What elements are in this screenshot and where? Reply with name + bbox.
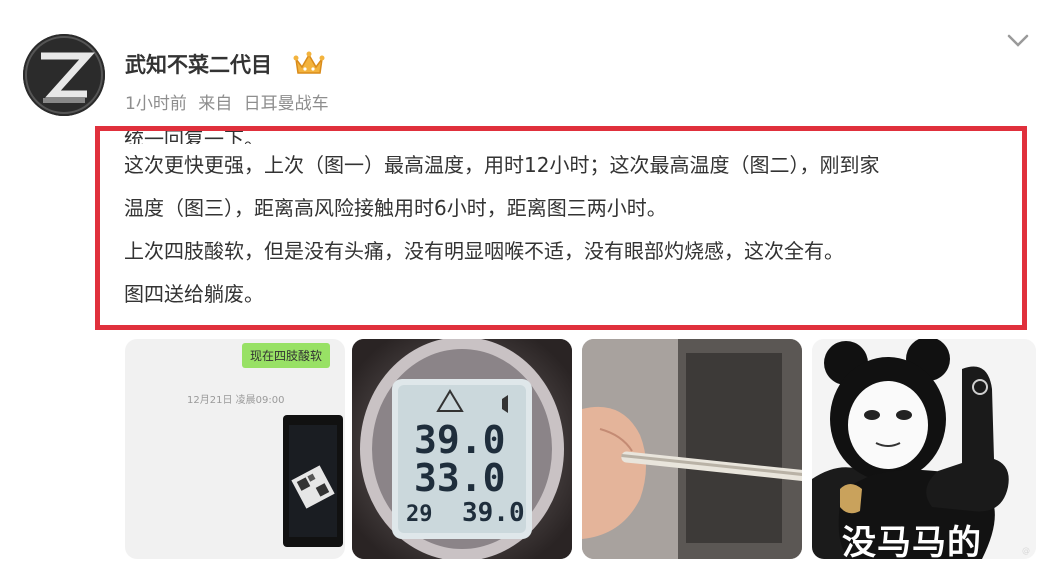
post-image-3[interactable] (582, 339, 802, 559)
meme-watermark: @ (1022, 546, 1030, 555)
source-prefix: 来自 (198, 94, 233, 114)
post-text: 统一回复一下。 这次更快更强，上次（图一）最高温度，用时12小时；这次最高温度（… (124, 118, 1029, 316)
thermo-reading-second: 33.0 (414, 456, 506, 500)
thermo-reading-bottom-right: 39.0 (462, 498, 525, 528)
post-line: 上次四肢酸软，但是没有头痛，没有明显咽喉不适，没有眼部灼烧感，这次全有。 (124, 239, 844, 263)
avatar[interactable] (23, 34, 105, 116)
post-meta: 1小时前 来自 日耳曼战车 (125, 89, 335, 114)
post-line: 温度（图三），距离高风险接触用时6小时，距离图三两小时。 (124, 196, 667, 220)
crown-icon (293, 51, 325, 74)
thermo-reading-bottom-left: 29 (406, 502, 433, 527)
post-image-4[interactable]: 没马马的 @ (812, 339, 1036, 559)
username[interactable]: 武知不菜二代目 (125, 49, 272, 79)
post-time: 1小时前 (125, 94, 187, 114)
glass-thermometer-photo (582, 339, 802, 559)
post-line: 这次更快更强，上次（图一）最高温度，用时12小时；这次最高温度（图二），刚到家 (124, 153, 880, 177)
post-image-1[interactable]: 现在四肢酸软 12月21日 凌晨09:00 (125, 339, 345, 559)
meme-caption: 没马马的 (842, 523, 982, 559)
post-line: 统一回复一下。 (124, 127, 264, 144)
source-link[interactable]: 日耳曼战车 (244, 94, 329, 114)
post-line: 图四送给躺废。 (124, 282, 264, 306)
chevron-down-icon[interactable] (1005, 30, 1031, 50)
thermometer-display: 39.0 33.0 29 39.0 (352, 339, 572, 559)
avatar-logo-icon (23, 34, 105, 116)
phone-photo-icon (283, 415, 343, 547)
post-image-2[interactable]: 39.0 33.0 29 39.0 (352, 339, 572, 559)
